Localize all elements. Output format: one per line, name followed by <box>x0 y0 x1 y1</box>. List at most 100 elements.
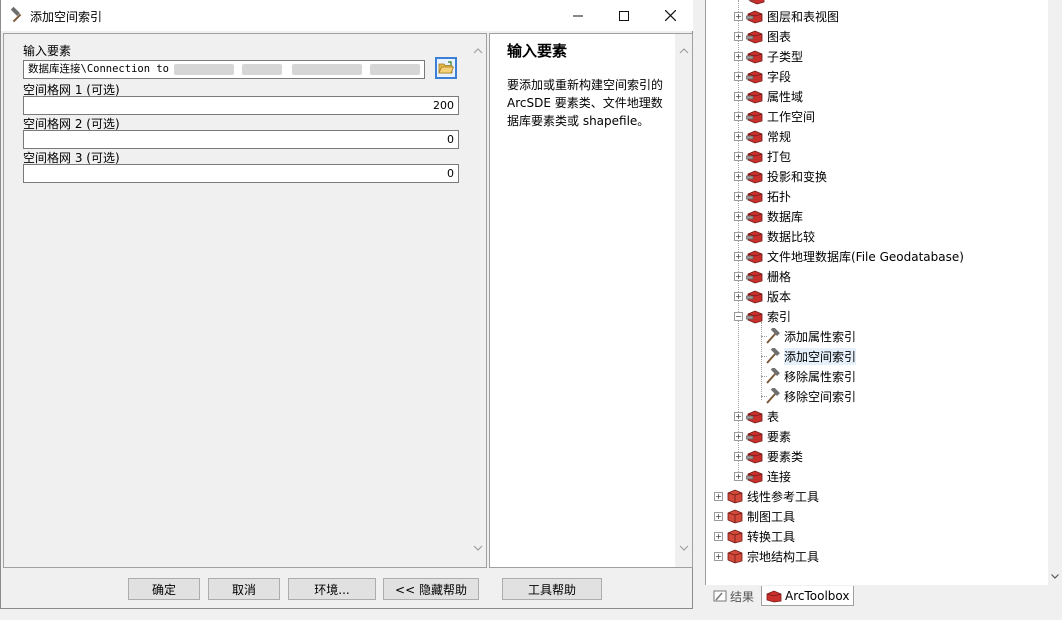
tree-item-label: 常规 <box>767 129 792 144</box>
toolset-item[interactable]: + 数据库 <box>734 206 803 226</box>
toolset-item[interactable]: + 字段 <box>734 66 791 86</box>
toolset-item[interactable]: + 要素 <box>734 426 791 446</box>
close-button[interactable] <box>647 0 693 31</box>
toolset-item[interactable]: + 版本 <box>734 286 791 306</box>
grid1-input[interactable]: 200 <box>23 96 459 115</box>
tree-item-label: 文件地理数据库(File Geodatabase) <box>767 249 964 264</box>
expand-icon[interactable]: + <box>734 191 743 201</box>
tool-item[interactable]: 移除空间索引 <box>763 386 856 406</box>
tree-item-label: 移除空间索引 <box>784 389 857 404</box>
expand-icon[interactable]: + <box>734 71 743 81</box>
scroll-down-icon[interactable] <box>469 539 486 556</box>
cancel-button[interactable]: 取消 <box>208 578 280 600</box>
expand-icon[interactable]: + <box>734 51 743 61</box>
expand-icon[interactable]: + <box>734 271 743 281</box>
expand-icon[interactable]: + <box>734 131 743 141</box>
toolbox-item[interactable]: + 转换工具 <box>714 526 795 546</box>
toolset-icon <box>746 470 763 484</box>
tree-item-label: 表 <box>767 409 780 424</box>
toolset-item[interactable]: + 拓扑 <box>734 186 791 206</box>
expand-icon[interactable]: + <box>734 91 743 101</box>
open-folder-icon <box>438 61 454 74</box>
expand-icon[interactable]: + <box>714 531 723 541</box>
toolset-item[interactable]: + 工作空间 <box>734 106 815 126</box>
toolset-icon <box>746 230 763 244</box>
close-icon <box>664 10 676 21</box>
tree-item-label: 属性域 <box>767 89 804 104</box>
dialog-titlebar[interactable]: 添加空间索引 <box>1 0 693 31</box>
ok-button[interactable]: 确定 <box>128 578 200 600</box>
input-features-label: 输入要素 <box>23 44 72 58</box>
toolset-item[interactable]: + 图表 <box>734 26 791 46</box>
toolset-item[interactable]: + 投影和变换 <box>734 166 827 186</box>
grid2-input[interactable]: 0 <box>23 130 459 149</box>
environments-button[interactable]: 环境... <box>288 578 376 600</box>
expand-icon[interactable]: + <box>734 431 743 441</box>
help-panel: 输入要素 要添加或重新构建空间索引的 ArcSDE 要素类、文件地理数据库要素类… <box>489 33 693 568</box>
tool-help-button[interactable]: 工具帮助 <box>502 578 602 600</box>
toolset-icon <box>748 0 765 5</box>
toolset-item[interactable]: + 要素类 <box>734 446 803 466</box>
tool-item[interactable]: 移除属性索引 <box>763 366 856 386</box>
input-features-value: 数据库连接\Connection to <box>28 63 170 75</box>
tab-results-label: 结果 <box>730 589 755 604</box>
expand-icon[interactable]: + <box>734 31 743 41</box>
toolset-item[interactable]: + 栅格 <box>734 266 791 286</box>
expand-icon[interactable]: + <box>734 111 743 121</box>
minimize-button[interactable] <box>555 0 601 31</box>
expand-icon[interactable]: + <box>714 491 723 501</box>
expand-icon[interactable]: + <box>734 171 743 181</box>
toolbox-item[interactable]: + 宗地结构工具 <box>714 546 819 566</box>
expand-icon[interactable]: + <box>734 291 743 301</box>
browse-button[interactable] <box>435 57 457 79</box>
toolset-icon <box>746 30 763 44</box>
toolset-item[interactable]: + 子类型 <box>734 46 803 66</box>
expand-icon[interactable]: + <box>734 471 743 481</box>
hide-help-button[interactable]: << 隐藏帮助 <box>383 578 479 600</box>
toolset-item[interactable]: − 索引 <box>734 306 791 326</box>
parameters-scrollbar[interactable] <box>469 34 486 567</box>
maximize-button[interactable] <box>601 0 647 31</box>
toolset-item[interactable]: + 打包 <box>734 146 791 166</box>
scroll-up-icon[interactable] <box>469 42 486 59</box>
grid3-input[interactable]: 0 <box>23 164 459 183</box>
toolset-item[interactable]: + 属性域 <box>734 86 803 106</box>
tool-item[interactable]: 添加属性索引 <box>763 326 856 346</box>
scroll-up-icon[interactable] <box>675 42 692 59</box>
toolbox-scrollbar[interactable] <box>1048 0 1062 585</box>
collapse-icon[interactable]: − <box>734 311 743 321</box>
toolset-icon <box>746 90 763 104</box>
tab-results[interactable]: 结果 <box>709 586 758 606</box>
toolset-item[interactable]: + 常规 <box>734 126 791 146</box>
toolset-item[interactable]: + 图层和表视图 <box>734 6 839 26</box>
expand-icon[interactable]: + <box>734 151 743 161</box>
toolset-icon <box>746 430 763 444</box>
tab-arctoolbox[interactable]: ArcToolbox <box>761 586 855 606</box>
toolset-item[interactable]: + 连接 <box>734 466 791 486</box>
expand-icon[interactable]: + <box>734 231 743 241</box>
toolset-icon <box>746 10 763 24</box>
expand-icon[interactable]: + <box>734 211 743 221</box>
tree-item-label: 图表 <box>767 29 792 44</box>
expand-icon[interactable]: + <box>734 11 743 21</box>
toolset-item[interactable]: + 数据比较 <box>734 226 815 246</box>
hammer-icon <box>766 368 780 384</box>
expand-icon[interactable]: + <box>714 551 723 561</box>
toolbox-item[interactable]: + 线性参考工具 <box>714 486 819 506</box>
scroll-down-icon[interactable] <box>1048 569 1062 583</box>
toolset-item-partial[interactable] <box>748 0 769 7</box>
tool-item[interactable]: 添加空间索引 <box>763 346 857 366</box>
expand-icon[interactable]: + <box>734 451 743 461</box>
input-features-field[interactable]: 数据库连接\Connection to <box>23 60 425 79</box>
help-scrollbar[interactable] <box>675 34 692 567</box>
tree-guide-line <box>761 322 762 400</box>
toolset-item[interactable]: + 文件地理数据库(File Geodatabase) <box>734 246 964 266</box>
toolset-item[interactable]: + 表 <box>734 406 779 426</box>
toolset-icon <box>746 250 763 264</box>
expand-icon[interactable]: + <box>734 411 743 421</box>
scroll-down-icon[interactable] <box>675 539 692 556</box>
tree-item-label: 字段 <box>767 69 792 84</box>
toolbox-item[interactable]: + 制图工具 <box>714 506 795 526</box>
expand-icon[interactable]: + <box>734 251 743 261</box>
expand-icon[interactable]: + <box>714 511 723 521</box>
